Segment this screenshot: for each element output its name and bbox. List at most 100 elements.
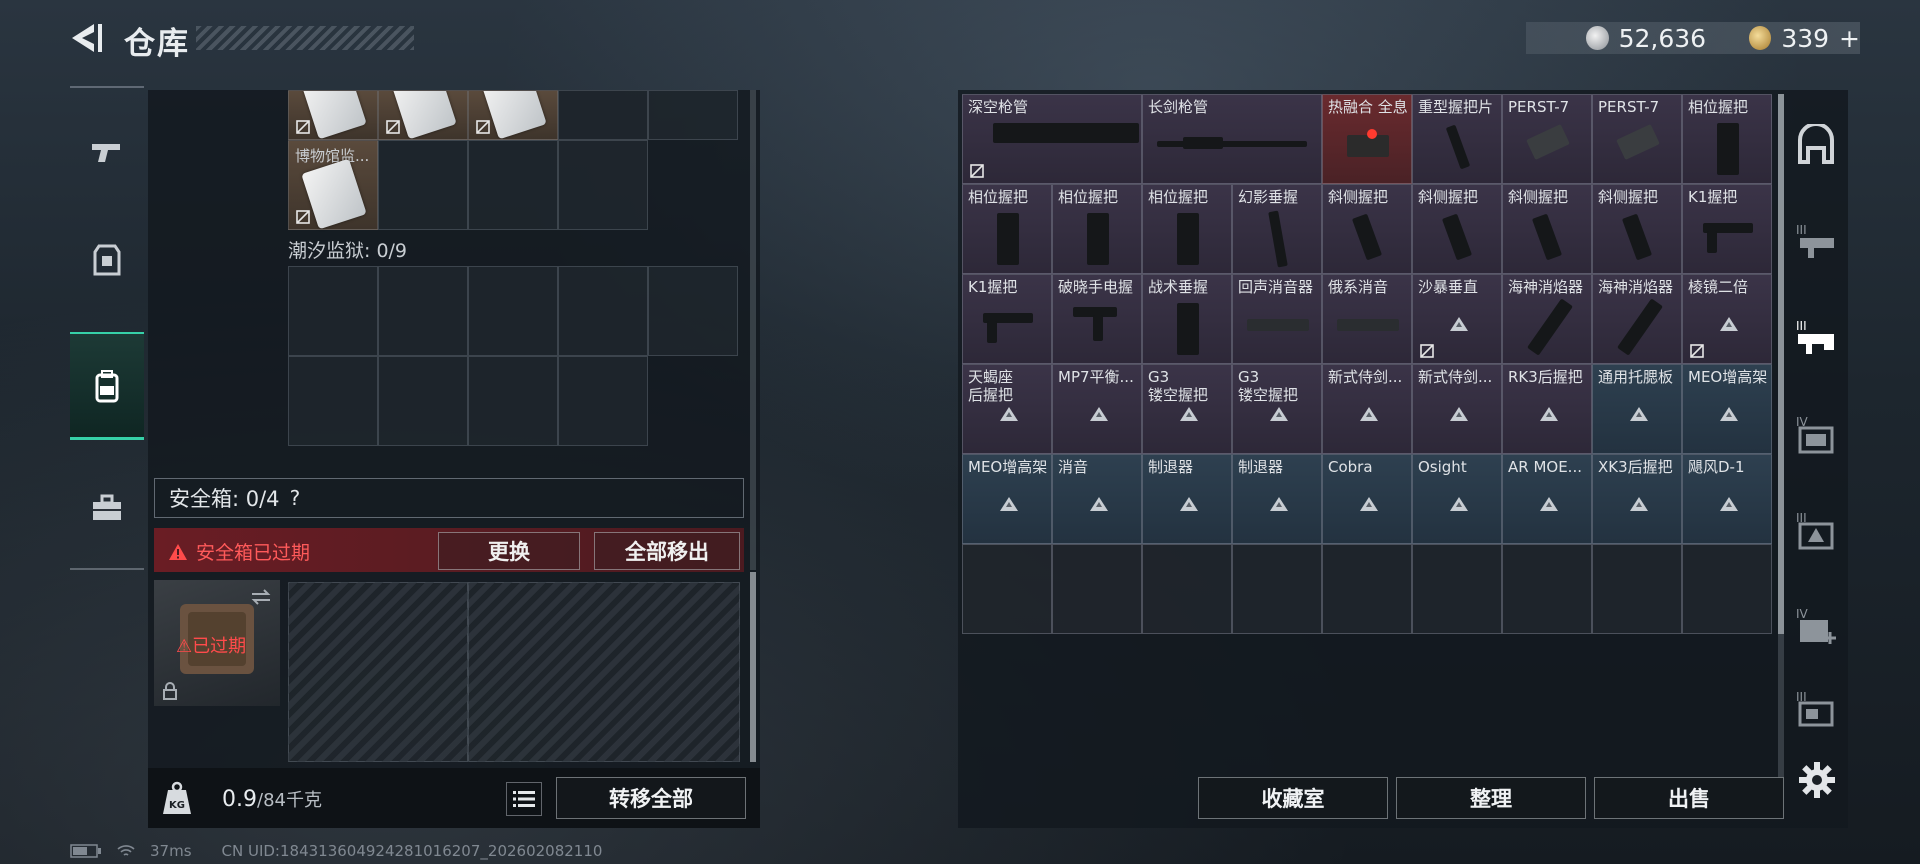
tab-level-3-d[interactable]: III: [1784, 674, 1848, 744]
stash-item[interactable]: 破晓手电握: [1052, 274, 1142, 364]
stash-item[interactable]: 战术垂握: [1142, 274, 1232, 364]
stash-item[interactable]: K1握把: [1682, 184, 1772, 274]
tab-weapons[interactable]: [70, 98, 144, 206]
settings-gear-icon[interactable]: [1797, 760, 1837, 800]
tab-level-4-a[interactable]: IV: [1784, 386, 1848, 482]
stash-item[interactable]: 相位握把: [1142, 184, 1232, 274]
stash-item[interactable]: G3 镂空握把: [1232, 364, 1322, 454]
sell-button[interactable]: 出售: [1594, 777, 1784, 819]
item-slot[interactable]: [468, 90, 558, 140]
sort-button[interactable]: 整理: [1396, 777, 1586, 819]
help-icon[interactable]: ?: [290, 486, 301, 510]
tab-armor[interactable]: [70, 206, 144, 314]
item-slot-museum-card[interactable]: 博物馆监...: [288, 140, 378, 230]
empty-stash-slot[interactable]: [1052, 544, 1142, 634]
stash-item[interactable]: 沙暴垂直: [1412, 274, 1502, 364]
stash-item[interactable]: 相位握把: [962, 184, 1052, 274]
empty-slot[interactable]: [558, 140, 648, 230]
stash-item-label: PERST-7: [1508, 98, 1570, 116]
empty-slot[interactable]: [378, 266, 468, 356]
transfer-all-button[interactable]: 转移全部: [556, 777, 746, 819]
empty-slot[interactable]: [468, 356, 558, 446]
empty-slot[interactable]: [558, 90, 648, 140]
stash-item[interactable]: 斜侧握把: [1592, 184, 1682, 274]
stash-item[interactable]: 制退器: [1232, 454, 1322, 544]
stash-item[interactable]: MEO增高架: [1682, 364, 1772, 454]
stash-item[interactable]: 俄系消音: [1322, 274, 1412, 364]
stash-item[interactable]: 通用托腮板: [1592, 364, 1682, 454]
empty-stash-slot[interactable]: [1682, 544, 1772, 634]
stash-item[interactable]: 海神消焰器: [1502, 274, 1592, 364]
safe-slot-1[interactable]: [288, 582, 468, 762]
stash-item[interactable]: 斜侧握把: [1502, 184, 1592, 274]
empty-slot[interactable]: [648, 90, 738, 140]
stash-item[interactable]: 新式侍剑...: [1322, 364, 1412, 454]
stash-item[interactable]: 消音: [1052, 454, 1142, 544]
stash-item-label: 新式侍剑...: [1418, 368, 1493, 386]
empty-stash-slot[interactable]: [1232, 544, 1322, 634]
stash-item[interactable]: 相位握把: [1682, 94, 1772, 184]
stash-item[interactable]: 斜侧握把: [1322, 184, 1412, 274]
empty-slot[interactable]: [288, 266, 378, 356]
list-view-button[interactable]: [506, 782, 542, 816]
empty-stash-slot[interactable]: [1412, 544, 1502, 634]
stash-item[interactable]: XK3后握把: [1592, 454, 1682, 544]
replace-button[interactable]: 更换: [438, 532, 580, 570]
stash-item[interactable]: RK3后握把: [1502, 364, 1592, 454]
stash-item[interactable]: 斜侧握把: [1412, 184, 1502, 274]
stash-item[interactable]: G3 镂空握把: [1142, 364, 1232, 454]
tab-level-3-c[interactable]: III: [1784, 482, 1848, 578]
inventory-scrollbar-thumb[interactable]: [750, 572, 756, 762]
stash-item[interactable]: K1握把: [962, 274, 1052, 364]
empty-stash-slot[interactable]: [1502, 544, 1592, 634]
empty-slot[interactable]: [288, 356, 378, 446]
stash-item[interactable]: 制退器: [1142, 454, 1232, 544]
swap-icon[interactable]: [250, 588, 272, 606]
stash-item[interactable]: MP7平衡...: [1052, 364, 1142, 454]
stash-item[interactable]: 长剑枪管: [1142, 94, 1322, 184]
tab-level-3-b[interactable]: III: [1784, 290, 1848, 386]
item-slot[interactable]: [378, 90, 468, 140]
tab-backpack[interactable]: [70, 332, 144, 440]
tab-level-4-b[interactable]: IV: [1784, 578, 1848, 674]
stash-item[interactable]: PERST-7: [1502, 94, 1592, 184]
empty-slot[interactable]: [558, 356, 648, 446]
tab-level-3-a[interactable]: III: [1784, 194, 1848, 290]
item-slot[interactable]: [288, 90, 378, 140]
stash-item[interactable]: PERST-7: [1592, 94, 1682, 184]
tab-all[interactable]: [1784, 98, 1848, 194]
add-currency-button[interactable]: +: [1839, 24, 1860, 53]
stash-item[interactable]: MEO增高架: [962, 454, 1052, 544]
empty-slot[interactable]: [558, 266, 648, 356]
empty-slot[interactable]: [648, 266, 738, 356]
collection-room-button[interactable]: 收藏室: [1198, 777, 1388, 819]
stash-item[interactable]: 棱镜二倍: [1682, 274, 1772, 364]
stash-item[interactable]: 天蝎座 后握把: [962, 364, 1052, 454]
stash-item[interactable]: 重型握把片: [1412, 94, 1502, 184]
stash-item[interactable]: 回声消音器: [1232, 274, 1322, 364]
stash-item[interactable]: 幻影垂握: [1232, 184, 1322, 274]
stash-item[interactable]: 海神消焰器: [1592, 274, 1682, 364]
empty-slot[interactable]: [468, 266, 558, 356]
empty-slot[interactable]: [468, 140, 558, 230]
stash-item[interactable]: Osight: [1412, 454, 1502, 544]
empty-slot[interactable]: [378, 140, 468, 230]
stash-item[interactable]: 相位握把: [1052, 184, 1142, 274]
inventory-scrollbar[interactable]: [750, 90, 756, 570]
stash-item[interactable]: 飓风D-1: [1682, 454, 1772, 544]
tab-toolbox[interactable]: [70, 454, 144, 562]
back-arrow-icon[interactable]: [66, 18, 106, 58]
stash-item[interactable]: 热融合 全息: [1322, 94, 1412, 184]
empty-stash-slot[interactable]: [1592, 544, 1682, 634]
stash-item[interactable]: 新式侍剑...: [1412, 364, 1502, 454]
empty-stash-slot[interactable]: [1142, 544, 1232, 634]
empty-stash-slot[interactable]: [962, 544, 1052, 634]
empty-stash-slot[interactable]: [1322, 544, 1412, 634]
remove-all-button[interactable]: 全部移出: [594, 532, 740, 570]
safe-slot-2[interactable]: [468, 582, 740, 762]
stash-item[interactable]: Cobra: [1322, 454, 1412, 544]
stash-item-label: MEO增高架: [1688, 368, 1768, 386]
empty-slot[interactable]: [378, 356, 468, 446]
stash-item[interactable]: 深空枪管: [962, 94, 1142, 184]
stash-item[interactable]: AR MOE...: [1502, 454, 1592, 544]
